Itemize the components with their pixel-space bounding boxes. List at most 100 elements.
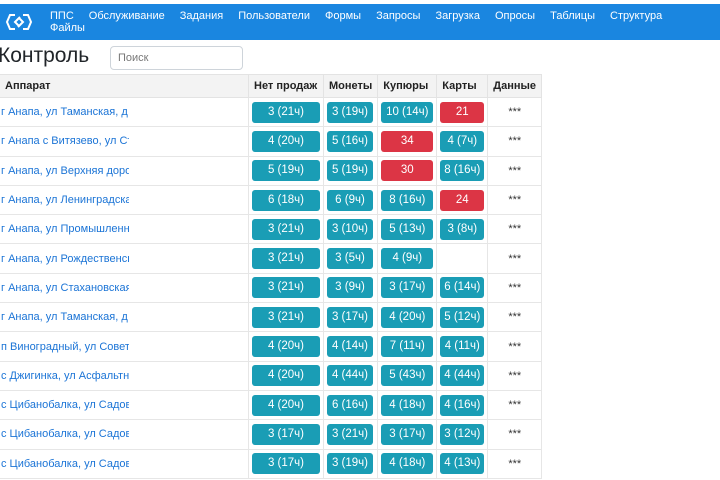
status-badge[interactable]: 10 (14ч): [381, 101, 434, 123]
status-badge[interactable]: 8 (16ч): [381, 189, 434, 211]
device-link[interactable]: г Анапа с Витязево, ул Сте: [1, 135, 129, 147]
nav-item[interactable]: Таблицы: [550, 10, 595, 22]
data-cell[interactable]: ***: [487, 96, 543, 128]
status-badge[interactable]: 4 (20ч): [252, 130, 320, 152]
data-cell[interactable]: ***: [487, 126, 543, 157]
column-header[interactable]: Нет продаж: [248, 74, 324, 98]
status-badge[interactable]: 7 (11ч): [381, 336, 434, 358]
device-link[interactable]: с Цибанобалка, ул Садовая: [1, 458, 129, 470]
device-link[interactable]: г Анапа, ул Промышленна: [1, 223, 129, 235]
data-cell[interactable]: ***: [487, 448, 543, 479]
status-badge[interactable]: 4 (9ч): [381, 248, 434, 270]
status-badge[interactable]: 3 (21ч): [252, 101, 320, 123]
status-badge[interactable]: 3 (19ч): [327, 101, 373, 123]
column-header[interactable]: Аппарат: [0, 74, 249, 98]
status-badge[interactable]: 5 (12ч): [440, 306, 485, 328]
status-badge[interactable]: 4 (14ч): [327, 336, 373, 358]
data-cell[interactable]: ***: [487, 389, 543, 421]
status-badge[interactable]: 4 (20ч): [252, 336, 320, 358]
device-link[interactable]: с Цибанобалка, ул Садовая: [1, 399, 129, 411]
data-cell[interactable]: ***: [487, 214, 543, 245]
status-badge[interactable]: 5 (43ч): [381, 365, 434, 387]
status-badge[interactable]: 3 (10ч): [327, 218, 373, 240]
device-link[interactable]: п Виноградный, ул Советск: [1, 341, 129, 353]
status-badge[interactable]: 3 (17ч): [252, 453, 320, 475]
status-badge[interactable]: 6 (14ч): [440, 277, 485, 299]
status-badge[interactable]: 3 (21ч): [252, 248, 320, 270]
nav-item[interactable]: ППС: [50, 10, 74, 22]
device-link[interactable]: г Анапа, ул Ленинградская: [1, 194, 129, 206]
column-header[interactable]: Данные: [487, 74, 543, 98]
status-badge[interactable]: 4 (11ч): [440, 336, 485, 358]
device-link[interactable]: г Анапа, ул Верхняя дорога: [1, 165, 129, 177]
status-badge[interactable]: 3 (21ч): [327, 423, 373, 445]
status-badge[interactable]: 5 (19ч): [252, 160, 320, 182]
status-badge[interactable]: 3 (17ч): [381, 277, 434, 299]
column-header[interactable]: Монеты: [322, 74, 379, 98]
search-input[interactable]: [110, 46, 243, 70]
status-badge[interactable]: 3 (9ч): [327, 277, 373, 299]
status-badge[interactable]: 3 (17ч): [381, 423, 434, 445]
status-badge[interactable]: 4 (16ч): [440, 394, 485, 416]
status-badge[interactable]: 3 (19ч): [327, 453, 373, 475]
status-badge[interactable]: 6 (16ч): [327, 394, 373, 416]
alert-badge[interactable]: 30: [381, 160, 434, 182]
alert-badge[interactable]: 21: [440, 101, 485, 123]
status-badge[interactable]: 4 (20ч): [381, 306, 434, 328]
status-badge[interactable]: 3 (21ч): [252, 306, 320, 328]
status-badge[interactable]: 4 (18ч): [381, 453, 434, 475]
status-badge[interactable]: 4 (20ч): [252, 394, 320, 416]
nav-item[interactable]: Обслуживание: [89, 10, 165, 22]
status-badge[interactable]: 5 (13ч): [381, 218, 434, 240]
status-badge[interactable]: 5 (19ч): [327, 160, 373, 182]
nav-item[interactable]: Пользователи: [238, 10, 310, 22]
device-link[interactable]: г Анапа, ул Таманская, д 12: [1, 106, 129, 118]
status-badge[interactable]: 4 (18ч): [381, 394, 434, 416]
nav-item[interactable]: Загрузка: [435, 10, 479, 22]
status-badge[interactable]: 3 (17ч): [252, 423, 320, 445]
data-cell[interactable]: ***: [487, 331, 543, 362]
device-link[interactable]: г Анапа, ул Таманская, д 12: [1, 311, 129, 323]
device-cell: с Цибанобалка, ул Садовая: [0, 389, 249, 421]
table-row: г Анапа, ул Промышленна 3 (21ч) 3 (10ч) 5 (…: [0, 214, 543, 245]
status-badge[interactable]: 8 (16ч): [440, 160, 485, 182]
status-cell: 4 (44ч): [322, 360, 379, 391]
data-cell[interactable]: ***: [487, 302, 543, 333]
alert-badge[interactable]: 34: [381, 130, 434, 152]
status-badge[interactable]: 6 (18ч): [252, 189, 320, 211]
data-cell[interactable]: ***: [487, 272, 543, 304]
device-link[interactable]: г Анапа, ул Рождественска: [1, 253, 129, 265]
column-header[interactable]: Карты: [436, 74, 489, 98]
logo-icon[interactable]: [4, 11, 34, 33]
status-badge[interactable]: 3 (21ч): [252, 277, 320, 299]
data-cell[interactable]: ***: [487, 155, 543, 186]
nav-item[interactable]: Формы: [325, 10, 361, 22]
status-badge[interactable]: 4 (20ч): [252, 365, 320, 387]
data-cell[interactable]: ***: [487, 419, 543, 450]
device-link[interactable]: с Джигинка, ул Асфальтная: [1, 370, 129, 382]
column-header[interactable]: Купюры: [377, 74, 438, 98]
status-badge[interactable]: 4 (44ч): [327, 365, 373, 387]
nav-item[interactable]: Файлы: [50, 22, 85, 34]
nav-item[interactable]: Структура: [610, 10, 662, 22]
nav-item[interactable]: Задания: [180, 10, 223, 22]
status-badge[interactable]: 3 (5ч): [327, 248, 373, 270]
status-badge[interactable]: 3 (12ч): [440, 423, 485, 445]
nav-item[interactable]: Опросы: [495, 10, 535, 22]
status-badge[interactable]: 3 (8ч): [440, 218, 485, 240]
status-badge[interactable]: 3 (17ч): [327, 306, 373, 328]
nav-item[interactable]: Запросы: [376, 10, 420, 22]
status-badge[interactable]: 6 (9ч): [327, 189, 373, 211]
alert-badge[interactable]: 24: [440, 189, 485, 211]
status-badge[interactable]: 5 (16ч): [327, 130, 373, 152]
device-link[interactable]: г Анапа, ул Стахановская, д: [1, 282, 129, 294]
status-badge[interactable]: 4 (13ч): [440, 453, 485, 475]
status-badge[interactable]: 4 (44ч): [440, 365, 485, 387]
status-badge[interactable]: 4 (7ч): [440, 130, 485, 152]
data-cell[interactable]: ***: [487, 360, 543, 391]
device-link[interactable]: с Цибанобалка, ул Садовая: [1, 428, 129, 440]
status-badge[interactable]: 3 (21ч): [252, 218, 320, 240]
data-cell[interactable]: ***: [487, 243, 543, 274]
status-cell: 4 (14ч): [322, 331, 379, 362]
data-cell[interactable]: ***: [487, 184, 543, 216]
